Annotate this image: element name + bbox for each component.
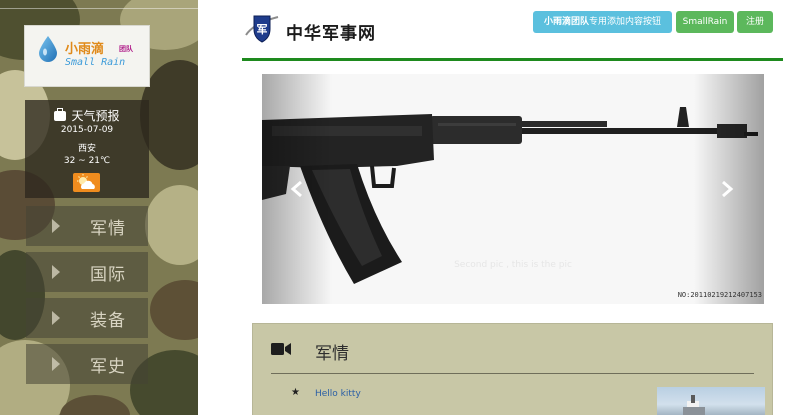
caret-right-icon	[52, 219, 60, 233]
water-drop-icon	[39, 36, 57, 62]
team-logo[interactable]: 小雨滴 团队 Small Rain	[24, 25, 150, 87]
site-name: 中华军事网	[286, 24, 376, 44]
sun-cloud-icon	[73, 173, 100, 192]
weather-temp: 32 ~ 21℃	[63, 156, 111, 166]
small-rain-button[interactable]: SmallRain	[676, 11, 734, 33]
weather-title-text: 天气预报	[71, 109, 120, 123]
army-emblem-icon: 军	[245, 15, 279, 43]
sidebar-item-history[interactable]: 军史	[26, 344, 148, 384]
weather-title: 天气预报	[25, 107, 149, 124]
video-camera-icon	[271, 343, 291, 355]
caret-right-icon	[52, 265, 60, 279]
weather-city: 西安	[77, 144, 96, 154]
sidebar-item-international[interactable]: 国际	[26, 252, 148, 292]
sidebar-item-label: 装备	[90, 311, 126, 331]
caret-right-icon	[52, 311, 60, 325]
logo-tag: 团队	[119, 45, 133, 53]
emblem-text: 军	[257, 23, 268, 36]
briefcase-icon	[54, 108, 67, 121]
chevron-right-icon[interactable]	[720, 180, 734, 198]
news-thumbnail[interactable]	[657, 387, 765, 415]
header-divider	[242, 58, 783, 61]
chevron-left-icon[interactable]	[290, 180, 304, 198]
panel-title: 军情	[315, 344, 349, 364]
sidebar-top-line	[0, 8, 198, 9]
sidebar: 小雨滴 团队 Small Rain 天气预报 2015-07-09 西安 32 …	[0, 0, 198, 415]
weather-widget: 天气预报 2015-07-09 西安 32 ~ 21℃	[25, 100, 149, 198]
sidebar-item-label: 军情	[90, 219, 126, 239]
sidebar-item-equipment[interactable]: 装备	[26, 298, 148, 338]
image-watermark: NO:20110219212407153	[677, 291, 762, 299]
carousel-caption: Second pic , this is the pic	[454, 260, 572, 270]
image-carousel[interactable]: Second pic , this is the pic NO:20110219…	[262, 74, 764, 304]
add-content-button-label: 专用添加内容按钮	[589, 17, 662, 27]
sidebar-item-label: 国际	[90, 265, 126, 285]
register-button[interactable]: 注册	[737, 11, 773, 33]
sidebar-item-military-news[interactable]: 军情	[26, 206, 148, 246]
panel-divider	[271, 373, 754, 374]
star-icon: ★	[291, 387, 300, 398]
caret-right-icon	[52, 357, 60, 371]
news-link[interactable]: Hello kitty	[315, 389, 361, 399]
news-panel: 军情 ★ Hello kitty	[252, 323, 773, 415]
add-content-button-team: 小雨滴团队	[543, 17, 589, 27]
weather-date: 2015-07-09	[60, 125, 114, 135]
logo-name-en: Small Rain	[65, 57, 126, 68]
logo-name-cn: 小雨滴	[65, 42, 105, 57]
sidebar-item-label: 军史	[90, 357, 126, 377]
add-content-button[interactable]: 小雨滴团队专用添加内容按钮	[533, 11, 672, 33]
